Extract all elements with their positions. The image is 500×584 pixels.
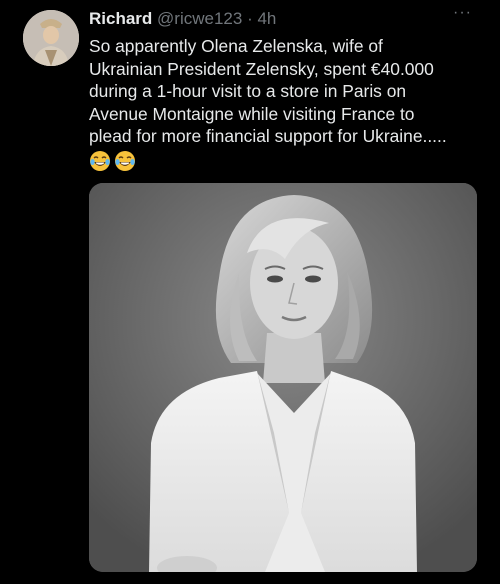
tears-of-joy-emoji-icon bbox=[90, 151, 110, 171]
tweet-text-line: Avenue Montaigne while visiting France t… bbox=[89, 103, 415, 124]
tweet-text: So apparently Olena Zelenska, wife of Uk… bbox=[89, 35, 489, 148]
tweet-text-line: Ukrainian President Zelensky, spent €40.… bbox=[89, 58, 434, 79]
avatar-image bbox=[23, 10, 79, 66]
emoji-row bbox=[89, 150, 136, 172]
tweet-text-line: So apparently Olena Zelenska, wife of bbox=[89, 36, 383, 56]
display-name[interactable]: Richard bbox=[89, 9, 152, 28]
separator: · bbox=[247, 9, 253, 28]
avatar[interactable] bbox=[23, 10, 79, 66]
tweet-header: Richard @ricwe123 · 4h bbox=[89, 9, 276, 29]
tweet-text-line: during a 1-hour visit to a store in Pari… bbox=[89, 81, 407, 102]
timestamp[interactable]: 4h bbox=[257, 9, 276, 28]
user-handle[interactable]: @ricwe123 bbox=[157, 9, 242, 28]
tweet-text-line: plead for more financial support for Ukr… bbox=[89, 126, 447, 147]
tweet[interactable]: Richard @ricwe123 · 4h ··· So apparently… bbox=[0, 0, 500, 584]
tweet-photo[interactable] bbox=[89, 183, 477, 572]
portrait-photo bbox=[89, 183, 477, 572]
tears-of-joy-emoji-icon bbox=[115, 151, 135, 171]
more-options-icon[interactable]: ··· bbox=[453, 4, 472, 22]
